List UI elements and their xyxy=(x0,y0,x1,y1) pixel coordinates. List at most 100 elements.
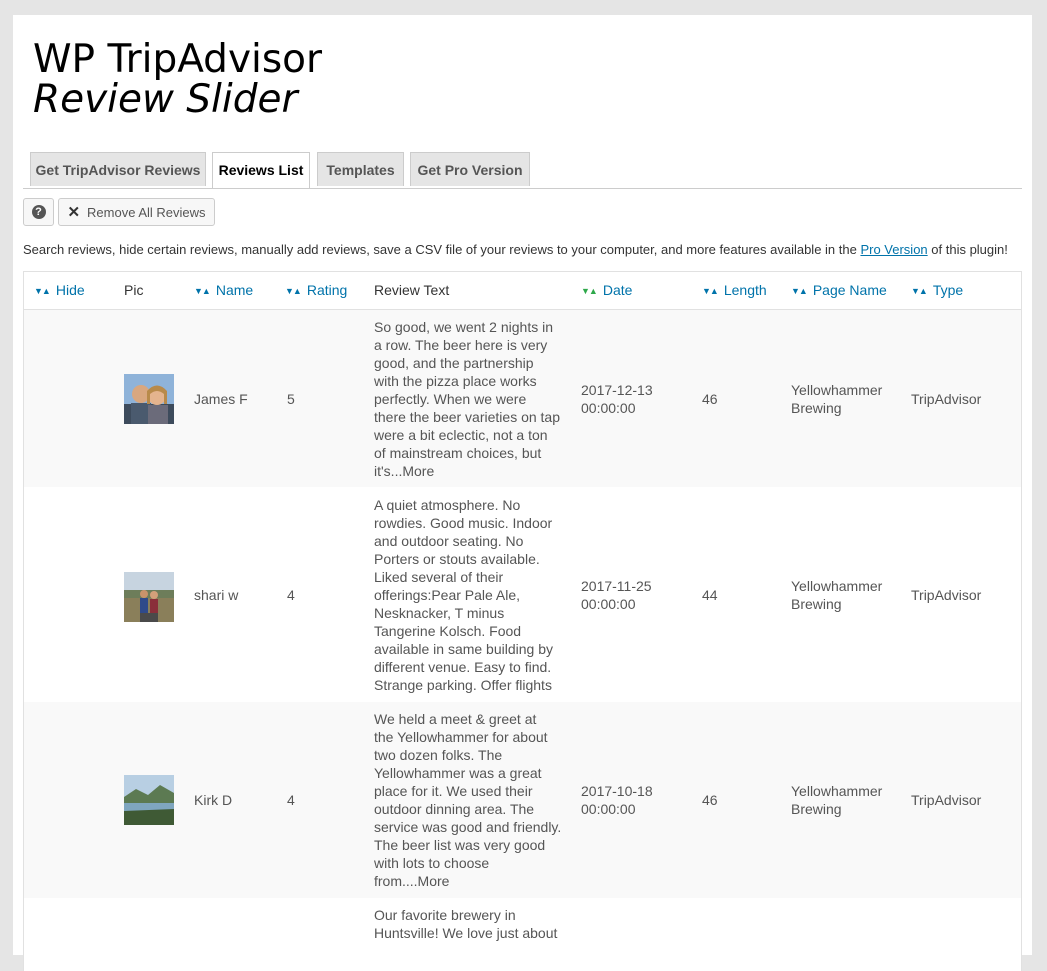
review-text-cell: We held a meet & greet at the Yellowhamme… xyxy=(374,710,566,890)
date-line2: 00:00:00 xyxy=(581,399,636,416)
info-text-after: of this plugin! xyxy=(927,242,1008,257)
column-header-length[interactable]: ▼▲ Length xyxy=(702,272,767,309)
reviewer-name: James F xyxy=(194,390,248,407)
sort-arrows-icon: ▼▲ xyxy=(911,286,928,296)
table-row: Our favorite brewery in Huntsville! We lo… xyxy=(24,898,1021,971)
table-header: ▼▲ Hide Pic ▼▲ Name ▼▲ Rating Review Text ▼… xyxy=(24,272,1021,310)
tab-reviews-list[interactable]: Reviews List xyxy=(212,152,310,188)
review-text-line: available in same building by xyxy=(374,640,553,657)
review-text-line: different venue. Easy to find. xyxy=(374,658,552,675)
close-icon: ✕ xyxy=(67,204,81,221)
review-text-line: and outdoor seating. No xyxy=(374,532,524,549)
review-text-line: A quiet atmosphere. No xyxy=(374,496,521,513)
tab-templates[interactable]: Templates xyxy=(317,152,404,186)
sort-arrows-icon: ▼▲ xyxy=(285,286,302,296)
length-value: 44 xyxy=(702,586,718,603)
reviewer-avatar xyxy=(124,571,174,622)
remove-all-reviews-button[interactable]: ✕ Remove All Reviews xyxy=(58,198,215,226)
review-text-line: Huntsville! We love just about xyxy=(374,925,558,941)
tab-get-pro-version[interactable]: Get Pro Version xyxy=(410,152,530,186)
page-name-line1: Yellowhammer xyxy=(791,783,883,799)
review-text-line: offerings:Pear Pale Ale, xyxy=(374,586,521,603)
review-text-line: a row. The beer here is very xyxy=(374,336,548,353)
review-text-line: were a bit eclectic, not a ton xyxy=(374,426,548,443)
page-name-line2: Brewing xyxy=(791,801,842,817)
review-text-line: good, and the partnership xyxy=(374,354,534,371)
review-text-line: Our favorite brewery in xyxy=(374,907,516,923)
review-text-cell: A quiet atmosphere. No rowdies. Good musi… xyxy=(374,496,566,694)
tab-bar: Get TripAdvisor Reviews Reviews List Tem… xyxy=(23,152,1022,189)
page-title: WP TripAdvisor Review Slider xyxy=(33,40,322,120)
review-text-line: with lots to choose xyxy=(374,855,490,871)
review-text-line: Strange parking. Offer flights xyxy=(374,676,552,693)
review-text-line: perfectly. When we were xyxy=(374,390,527,407)
page-title-line1: WP TripAdvisor xyxy=(33,37,323,82)
review-text-line: of mainstream choices, but xyxy=(374,444,542,461)
table-row: A quiet atmosphere. No rowdies. Good musi… xyxy=(24,487,1021,702)
length-value: 46 xyxy=(702,792,718,808)
rating-value: 4 xyxy=(287,586,295,603)
review-text-line: from....More xyxy=(374,873,450,889)
review-text-line: outdoor dinning area. The xyxy=(374,801,535,817)
review-text-line: there the beer varieties on tap xyxy=(374,408,561,425)
review-text-line: two dozen folks. The xyxy=(374,747,503,763)
length-value: 46 xyxy=(702,390,718,407)
review-type: TripAdvisor xyxy=(911,390,982,407)
rating-value: 4 xyxy=(287,792,295,808)
info-text-before: Search reviews, hide certain reviews, ma… xyxy=(23,242,861,257)
rating-value: 5 xyxy=(287,390,295,407)
sort-arrows-icon: ▼▲ xyxy=(194,286,211,296)
sort-arrows-icon: ▼▲ xyxy=(791,286,808,296)
reviewer-avatar xyxy=(124,373,174,424)
date-line1: 2017-10-18 xyxy=(581,783,653,799)
column-header-hide[interactable]: ▼▲ Hide xyxy=(34,272,85,309)
review-text-line: rowdies. Good music. Indoor xyxy=(374,514,553,531)
column-header-page-name[interactable]: ▼▲ Page Name xyxy=(791,272,887,309)
date-line2: 00:00:00 xyxy=(581,801,636,817)
page-name-line2: Brewing xyxy=(791,595,842,612)
page-name-line2: Brewing xyxy=(791,399,842,416)
review-type: TripAdvisor xyxy=(911,792,982,808)
review-text-line: The beer list was very good xyxy=(374,837,546,853)
review-text-line: the Yellowhammer for about xyxy=(374,729,548,745)
date-line2: 00:00:00 xyxy=(581,595,636,612)
page-name-line1: Yellowhammer xyxy=(791,381,883,398)
main-panel: WP TripAdvisor Review Slider Get TripAdv… xyxy=(13,15,1032,971)
page-title-line2: Review Slider xyxy=(33,77,298,122)
help-icon: ? xyxy=(31,205,46,219)
column-header-pic: Pic xyxy=(124,282,144,298)
review-text-line: Yellowhammer was a great xyxy=(374,765,542,781)
review-text-line: Tangerine Kolsch. Food xyxy=(374,622,522,639)
review-text-line: Porters or stouts available. xyxy=(374,550,540,567)
column-header-type[interactable]: ▼▲ Type xyxy=(911,272,963,309)
tab-get-tripadvisor-reviews[interactable]: Get TripAdvisor Reviews xyxy=(30,152,206,186)
table-row: We held a meet & greet at the Yellowhamme… xyxy=(24,702,1021,898)
sort-arrows-icon: ▼▲ xyxy=(702,286,719,296)
reviewer-name: shari w xyxy=(194,586,239,603)
review-text-line: place for it. We used their xyxy=(374,783,533,799)
column-header-review-text: Review Text xyxy=(374,282,450,298)
column-header-date[interactable]: ▼▲ Date xyxy=(581,272,632,309)
review-type: TripAdvisor xyxy=(911,586,982,603)
review-text-line: Nesknacker, T minus xyxy=(374,604,505,621)
review-text-line: service was good and friendly. xyxy=(374,819,562,835)
date-line1: 2017-12-13 xyxy=(581,381,653,398)
sort-arrows-active-icon: ▼▲ xyxy=(581,286,598,296)
page-name-line1: Yellowhammer xyxy=(791,577,883,594)
review-text-line: Liked several of their xyxy=(374,568,504,585)
column-header-rating[interactable]: ▼▲ Rating xyxy=(285,272,347,309)
review-text-line: it's...More xyxy=(374,462,435,479)
review-text-cell: So good, we went 2 nights in a row. The b… xyxy=(374,318,566,480)
table-row: So good, we went 2 nights in a row. The b… xyxy=(24,310,1021,487)
reviewer-name: Kirk D xyxy=(194,792,233,808)
sort-arrows-icon: ▼▲ xyxy=(34,286,51,296)
review-text-line: with the pizza place works xyxy=(374,372,537,389)
help-button[interactable]: ? xyxy=(23,198,54,226)
reviewer-avatar xyxy=(124,775,174,825)
column-header-name[interactable]: ▼▲ Name xyxy=(194,272,253,309)
remove-all-reviews-label: Remove All Reviews xyxy=(87,204,206,220)
pro-version-link[interactable]: Pro Version xyxy=(860,242,927,257)
info-text: Search reviews, hide certain reviews, ma… xyxy=(23,242,1023,257)
reviews-table: ▼▲ Hide Pic ▼▲ Name ▼▲ Rating Review Text ▼… xyxy=(23,271,1022,971)
review-text-line: So good, we went 2 nights in xyxy=(374,318,554,335)
